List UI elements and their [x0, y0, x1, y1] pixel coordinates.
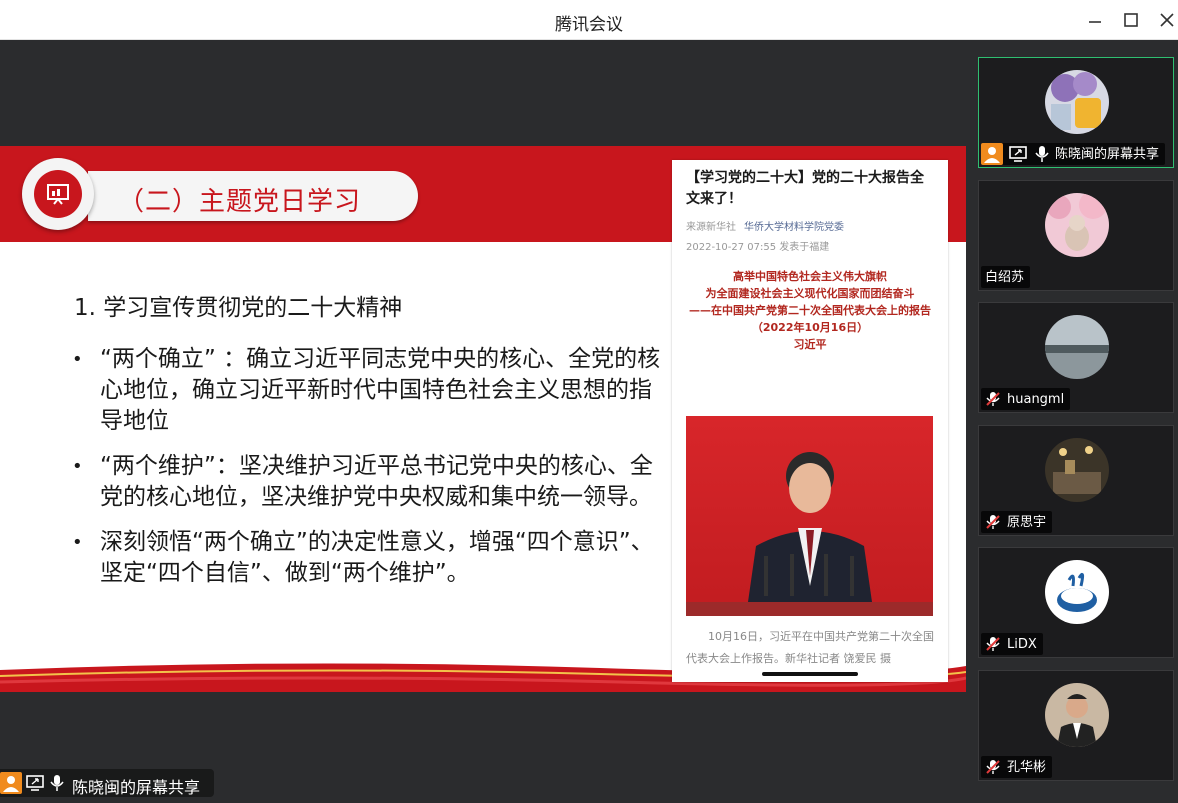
participant-tile[interactable]: 陈晓闽的屏幕共享	[978, 57, 1174, 168]
article-source: 来源新华社 华侨大学材料学院党委	[686, 222, 844, 233]
flowers-cup-avatar	[1045, 70, 1109, 134]
participant-name: 孔华彬	[1007, 760, 1047, 775]
screen-share-icon	[1009, 146, 1027, 162]
section-title-pill: （二）主题党日学习	[88, 171, 418, 221]
microphone-muted-icon[interactable]	[985, 636, 1001, 652]
article-account: 华侨大学材料学院党委	[744, 222, 844, 233]
bullet-list: • “两个确立” ：确立习近平同志党中央的核心、全党的核心地位，确立习近平新时代中…	[72, 344, 662, 603]
participant-name: huangml	[1007, 392, 1065, 407]
participant-tile[interactable]: 原思宇	[978, 425, 1174, 536]
participant-name: 白绍苏	[985, 270, 1025, 285]
slide-heading: 1. 学习宣传贯彻党的二十大精神	[74, 295, 403, 321]
bullet-item: • “两个维护”：坚决维护习近平总书记党中央的核心、全党的核心地位，坚决维护党中央…	[72, 453, 653, 510]
participant-tile[interactable]: 孔华彬	[978, 670, 1174, 781]
presentation-slide: （二）主题党日学习 1. 学习宣传贯彻党的二十大精神 • “两个确立” ：确立习近…	[0, 146, 966, 692]
share-label-text: 陈晓闽的屏幕共享	[72, 778, 201, 797]
participant-label: 原思宇	[981, 511, 1053, 533]
article-screenshot: 【学习党的二十大】党的二十大报告全文来了！ 来源新华社 华侨大学材料学院党委 20…	[672, 160, 948, 682]
participant-name: 原思宇	[1007, 515, 1047, 530]
portrait-avatar	[1045, 683, 1109, 747]
shared-screen: （二）主题党日学习 1. 学习宣传贯彻党的二十大精神 • “两个确立” ：确立习近…	[0, 40, 966, 803]
microphone-muted-icon[interactable]	[985, 514, 1001, 530]
bullet-item: • “两个确立” ：确立习近平同志党中央的核心、全党的核心地位，确立习近平新时代中…	[72, 346, 661, 434]
participant-label: 白绍苏	[981, 266, 1031, 288]
participant-label: 陈晓闽的屏幕共享	[981, 143, 1166, 165]
window-title: 腾讯会议	[555, 15, 623, 35]
article-heading: 高举中国特色社会主义伟大旗帜 为全面建设社会主义现代化国家而团结奋斗 ——在中国…	[689, 270, 931, 351]
bullet-item: • 深刻领悟“两个确立”的决定性意义，增强“四个意识”、坚定“四个自信”、做到“两…	[72, 529, 654, 586]
participant-label: 孔华彬	[981, 756, 1053, 778]
person-icon	[0, 772, 22, 794]
cherry-blossom-avatar	[1045, 193, 1109, 257]
microphone-icon	[50, 775, 64, 791]
participant-tile[interactable]: LiDX	[978, 547, 1174, 658]
coffee-cup-avatar	[1045, 560, 1109, 624]
microphone-muted-icon[interactable]	[985, 759, 1001, 775]
participant-name: LiDX	[1007, 637, 1037, 652]
microphone-muted-icon[interactable]	[985, 391, 1001, 407]
close-icon[interactable]	[1155, 8, 1178, 32]
title-bar: 腾讯会议	[0, 0, 1178, 40]
scroll-indicator	[762, 672, 858, 676]
screen-share-icon	[26, 775, 44, 791]
article-photo	[686, 416, 933, 616]
cafe-avatar	[1045, 438, 1109, 502]
lake-avatar	[1045, 315, 1109, 379]
microphone-icon	[1035, 146, 1049, 162]
article-caption: 10月16日，习近平在中国共产党第二十次全国代表大会上作报告。新华社记者 饶爱民…	[686, 630, 934, 665]
participant-tile[interactable]: 白绍苏	[978, 180, 1174, 291]
participant-name: 陈晓闽的屏幕共享	[1055, 147, 1160, 162]
participant-label: huangml	[981, 388, 1071, 410]
participant-tile[interactable]: huangml	[978, 302, 1174, 413]
participant-list: 陈晓闽的屏幕共享 白绍苏 huangml 原思宇 LiDX 孔华彬	[966, 40, 1178, 803]
minimize-icon[interactable]	[1083, 8, 1107, 32]
section-title: （二）主题党日学习	[118, 187, 362, 217]
section-badge	[22, 158, 94, 230]
person-icon	[981, 143, 1003, 165]
participant-label: LiDX	[981, 633, 1043, 655]
maximize-icon[interactable]	[1119, 8, 1143, 32]
article-title: 【学习党的二十大】党的二十大报告全文来了！	[686, 170, 924, 207]
screen-share-label: 陈晓闽的屏幕共享	[0, 769, 214, 797]
article-date: 2022-10-27 07:55 发表于福建	[686, 242, 830, 253]
presentation-icon	[47, 184, 69, 205]
